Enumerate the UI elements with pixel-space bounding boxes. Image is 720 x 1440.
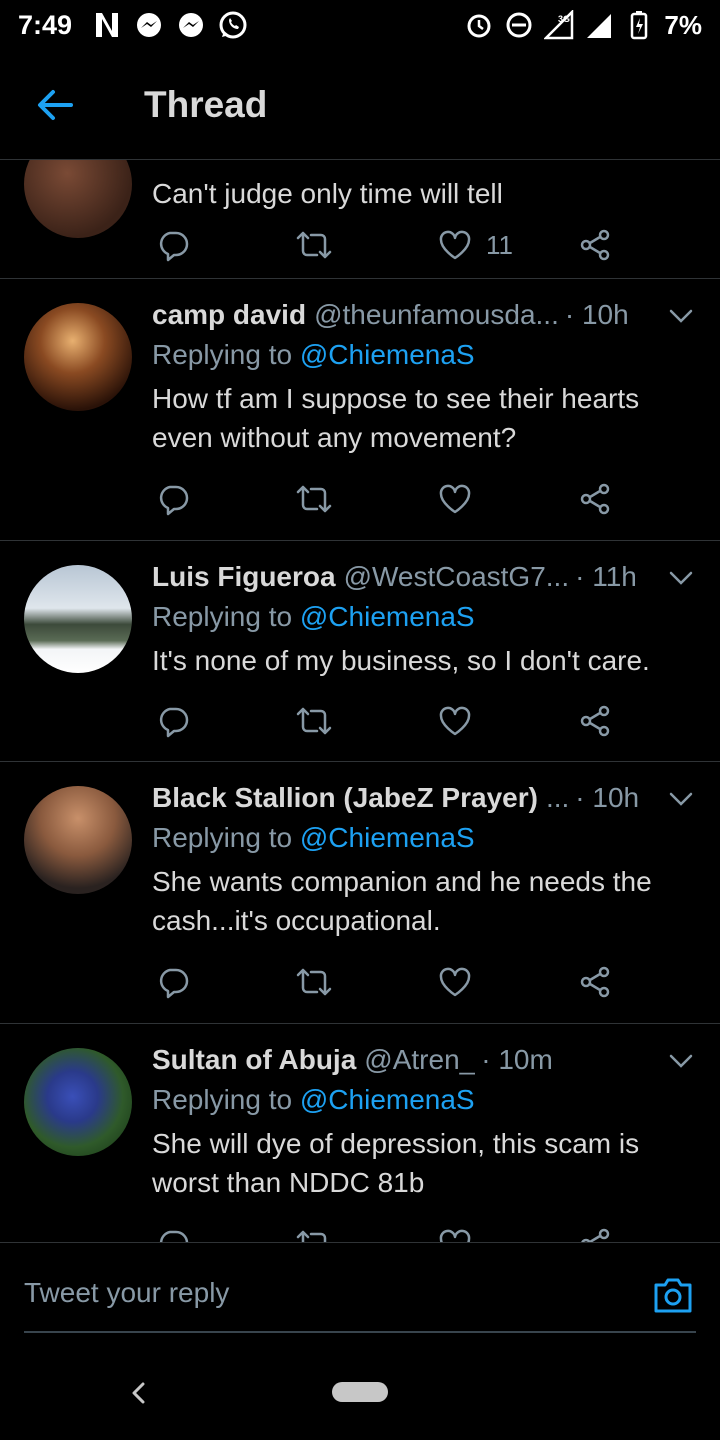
mention-link[interactable]: @ChiemenaS	[300, 1084, 475, 1115]
signal-icon	[584, 10, 614, 40]
mention-link[interactable]: @ChiemenaS	[300, 822, 475, 853]
tweet[interactable]: Black Stallion (JabeZ Prayer) ... · 10h …	[0, 762, 720, 1024]
user-handle[interactable]: ...	[546, 780, 569, 816]
chevron-down-icon[interactable]	[666, 301, 696, 331]
replying-to: Replying to @ChiemenaS	[152, 333, 696, 373]
alarm-icon	[464, 10, 494, 40]
tweet-actions	[152, 479, 622, 519]
nav-back-icon[interactable]	[124, 1378, 154, 1408]
chevron-down-icon[interactable]	[666, 563, 696, 593]
share-icon[interactable]	[578, 479, 612, 519]
mention-link[interactable]: @ChiemenaS	[300, 339, 475, 370]
tweet-text: She wants companion and he needs the cas…	[152, 866, 652, 936]
thread-header: Thread	[0, 50, 720, 160]
tweet-actions	[152, 962, 622, 1002]
home-pill-icon[interactable]	[332, 1382, 388, 1402]
replying-to: Replying to @ChiemenaS	[152, 1078, 696, 1118]
system-nav-bar	[0, 1342, 720, 1440]
share-icon[interactable]	[578, 701, 612, 741]
avatar[interactable]	[24, 786, 132, 894]
reply-icon[interactable]	[156, 962, 190, 1002]
user-handle[interactable]: @theunfamousda...	[314, 297, 559, 333]
retweet-icon[interactable]	[296, 1224, 332, 1242]
retweet-icon[interactable]	[296, 479, 332, 519]
heart-icon	[439, 230, 471, 260]
back-arrow-icon[interactable]	[0, 50, 110, 160]
replying-prefix: Replying to	[152, 339, 293, 370]
whatsapp-icon	[218, 10, 248, 40]
like-count: 11	[486, 229, 513, 260]
heart-icon[interactable]	[438, 479, 472, 519]
avatar[interactable]	[24, 1048, 132, 1156]
heart-icon[interactable]	[438, 1224, 472, 1242]
tweet-meta: Sultan of Abuja @Atren_ · 10m	[152, 1042, 696, 1078]
page-title: Thread	[144, 83, 268, 125]
timestamp: · 10m	[481, 1044, 553, 1075]
netflix-icon	[92, 10, 122, 40]
share-icon[interactable]	[578, 962, 612, 1002]
tweet-meta: camp david @theunfamousda... · 10h	[152, 297, 696, 333]
thread-feed[interactable]: Can't judge only time will tell 11 camp …	[0, 160, 720, 1242]
chevron-down-icon[interactable]	[666, 784, 696, 814]
tweet-text: How tf am I suppose to see their hearts …	[152, 383, 640, 453]
chevron-down-icon[interactable]	[666, 1046, 696, 1076]
avatar[interactable]	[24, 303, 132, 411]
heart-icon[interactable]	[438, 701, 472, 741]
tweet[interactable]: Sultan of Abuja @Atren_ · 10m Replying t…	[0, 1024, 720, 1242]
retweet-icon[interactable]	[296, 962, 332, 1002]
user-handle[interactable]: @WestCoastG7...	[344, 559, 570, 595]
retweet-icon[interactable]	[296, 225, 332, 265]
tweet-actions: 11	[152, 225, 622, 265]
tweet-meta: Luis Figueroa @WestCoastG7... · 11h	[152, 559, 696, 595]
tweet-text: She will dye of depression, this scam is…	[152, 1128, 640, 1198]
status-time: 7:49	[18, 9, 73, 40]
timestamp: · 11h	[575, 561, 637, 592]
dnd-icon	[504, 10, 534, 40]
tweet-actions	[152, 701, 622, 741]
heart-icon[interactable]	[438, 962, 472, 1002]
messenger-icon	[134, 10, 164, 40]
replying-prefix: Replying to	[152, 601, 293, 632]
reply-icon[interactable]	[156, 225, 190, 265]
tweet-actions	[152, 1224, 622, 1242]
timestamp: · 10h	[564, 299, 629, 330]
input-underline	[24, 1331, 696, 1333]
messenger-icon	[176, 10, 206, 40]
replying-to: Replying to @ChiemenaS	[152, 816, 696, 856]
battery-percent: 7%	[664, 9, 702, 40]
tweet[interactable]: Can't judge only time will tell 11	[0, 160, 720, 279]
display-name[interactable]: camp david	[152, 297, 306, 333]
replying-prefix: Replying to	[152, 822, 293, 853]
reply-input[interactable]: Tweet your reply	[24, 1277, 229, 1309]
like-button[interactable]: 11	[438, 225, 513, 265]
reply-icon[interactable]	[156, 701, 190, 741]
display-name[interactable]: Luis Figueroa	[152, 559, 336, 595]
tweet-text: It's none of my business, so I don't car…	[152, 645, 650, 676]
status-bar: 7:49 3G 7%	[0, 0, 720, 50]
share-icon[interactable]	[578, 1224, 612, 1242]
reply-composer: Tweet your reply	[0, 1242, 720, 1342]
share-icon[interactable]	[578, 225, 612, 265]
avatar[interactable]	[24, 565, 132, 673]
replying-to: Replying to @ChiemenaS	[152, 595, 696, 635]
camera-icon[interactable]	[652, 1275, 694, 1315]
display-name[interactable]: Sultan of Abuja	[152, 1042, 356, 1078]
tweet-text: Can't judge only time will tell	[152, 178, 503, 209]
signal-icon: 3G	[544, 10, 574, 40]
display-name[interactable]: Black Stallion (JabeZ Prayer)	[152, 780, 538, 816]
network-label: 3G	[558, 14, 570, 24]
reply-icon[interactable]	[156, 479, 190, 519]
avatar[interactable]	[24, 160, 132, 238]
user-handle[interactable]: @Atren_	[364, 1042, 475, 1078]
retweet-icon[interactable]	[296, 701, 332, 741]
replying-prefix: Replying to	[152, 1084, 293, 1115]
reply-icon[interactable]	[156, 1224, 190, 1242]
tweet-meta: Black Stallion (JabeZ Prayer) ... · 10h	[152, 780, 696, 816]
tweet[interactable]: Luis Figueroa @WestCoastG7... · 11h Repl…	[0, 541, 720, 762]
timestamp: · 10h	[575, 782, 640, 813]
battery-charging-icon	[624, 10, 654, 40]
mention-link[interactable]: @ChiemenaS	[300, 601, 475, 632]
tweet[interactable]: camp david @theunfamousda... · 10h Reply…	[0, 279, 720, 541]
